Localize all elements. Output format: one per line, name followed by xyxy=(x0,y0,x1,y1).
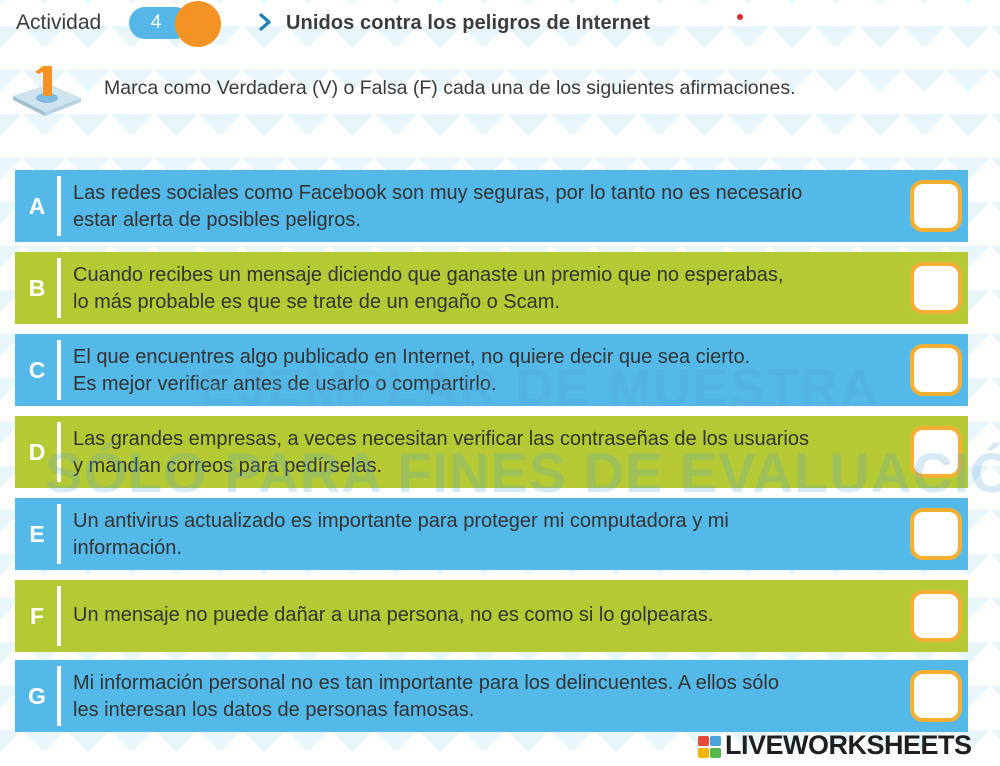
divider xyxy=(57,666,61,726)
statement-line: les interesan los datos de personas famo… xyxy=(73,699,475,721)
statement-line: información. xyxy=(73,537,182,559)
answer-input[interactable] xyxy=(910,508,962,560)
answer-input[interactable] xyxy=(910,180,962,232)
statement-letter: E xyxy=(29,521,45,547)
divider xyxy=(57,176,61,236)
statement-letter: A xyxy=(28,193,46,219)
red-dot-icon xyxy=(737,14,743,20)
statement-text: Cuando recibes un mensaje diciendo que g… xyxy=(73,262,903,316)
activity-label: Actividad xyxy=(16,11,102,34)
statement-line: Las grandes empresas, a veces necesitan … xyxy=(73,428,809,450)
divider xyxy=(57,422,61,482)
orange-dot-icon xyxy=(175,1,221,47)
statement-row-b: B Cuando recibes un mensaje diciendo que… xyxy=(15,252,968,324)
statement-letter: D xyxy=(28,439,46,465)
chevron-right-icon xyxy=(259,13,271,31)
statement-line: y mandan correos para pedírselas. xyxy=(73,455,383,477)
statement-text: Un antivirus actualizado es importante p… xyxy=(73,508,903,562)
answer-input[interactable] xyxy=(910,344,962,396)
statement-line: Es mejor verificar antes de usarlo o com… xyxy=(73,373,497,395)
divider xyxy=(57,258,61,318)
statement-row-d: D Las grandes empresas, a veces necesita… xyxy=(15,416,968,488)
liveworksheets-logo-icon xyxy=(698,736,722,758)
statement-line: Un antivirus actualizado es importante p… xyxy=(73,510,729,532)
statement-line: Un mensaje no puede dañar a una persona,… xyxy=(73,604,714,626)
statement-letter: B xyxy=(28,275,46,301)
answer-input[interactable] xyxy=(910,590,962,642)
answer-input[interactable] xyxy=(910,670,962,722)
statement-row-f: F Un mensaje no puede dañar a una person… xyxy=(15,580,968,652)
statement-line: estar alerta de posibles peligros. xyxy=(73,209,361,231)
statement-line: Mi información personal no es tan import… xyxy=(73,672,779,694)
statement-text: Las redes sociales como Facebook son muy… xyxy=(73,180,903,234)
step-number-icon xyxy=(13,66,81,116)
statement-line: Cuando recibes un mensaje diciendo que g… xyxy=(73,264,784,286)
statement-row-g: G Mi información personal no es tan impo… xyxy=(15,660,968,732)
statement-text: Las grandes empresas, a veces necesitan … xyxy=(73,426,903,480)
divider xyxy=(57,340,61,400)
statement-row-e: E Un antivirus actualizado es importante… xyxy=(15,498,968,570)
statement-row-c: C El que encuentres algo publicado en In… xyxy=(15,334,968,406)
statement-text: El que encuentres algo publicado en Inte… xyxy=(73,344,903,398)
liveworksheets-brand[interactable]: LIVEWORKSHEETS xyxy=(698,730,998,762)
statement-letter: C xyxy=(28,357,46,383)
statement-letter: G xyxy=(28,683,46,709)
statement-text: Mi información personal no es tan import… xyxy=(73,670,903,724)
statement-line: El que encuentres algo publicado en Inte… xyxy=(73,346,751,368)
statement-line: Las redes sociales como Facebook son muy… xyxy=(73,182,803,204)
divider xyxy=(57,504,61,564)
instruction-text: Marca como Verdadera (V) o Falsa (F) cad… xyxy=(104,77,796,99)
statement-text: Un mensaje no puede dañar a una persona,… xyxy=(73,602,903,629)
top-bar: Actividad 4 Unidos contra los peligros d… xyxy=(0,0,1000,50)
statement-letter: F xyxy=(29,603,45,629)
brand-name: LIVEWORKSHEETS xyxy=(725,730,972,760)
divider xyxy=(57,586,61,646)
unit-title: Unidos contra los peligros de Internet xyxy=(286,12,650,34)
statement-row-a: A Las redes sociales como Facebook son m… xyxy=(15,170,968,242)
answer-input[interactable] xyxy=(910,262,962,314)
answer-input[interactable] xyxy=(910,426,962,478)
statement-line: lo más probable es que se trate de un en… xyxy=(73,291,560,313)
